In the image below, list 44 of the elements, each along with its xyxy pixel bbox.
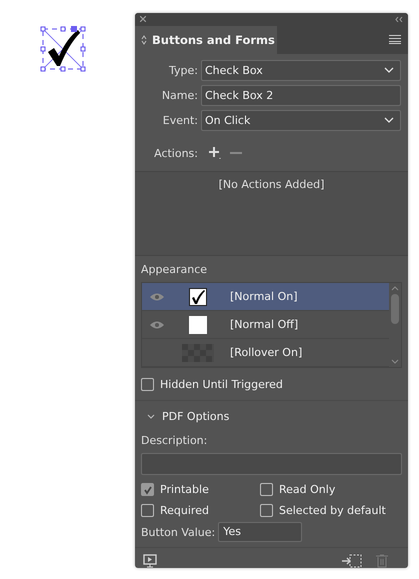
appearance-row[interactable]: [Normal Off] [142, 311, 389, 339]
dropdown[interactable]: Check Box [201, 60, 401, 81]
button-value-field[interactable]: Yes [218, 522, 302, 542]
checkmark-icon [142, 484, 152, 494]
scroll-up-icon[interactable] [391, 286, 399, 291]
checkbox[interactable]: Required [141, 500, 260, 521]
chevron-icon [147, 414, 155, 418]
eye-icon[interactable] [150, 320, 164, 328]
chevron-icon [384, 67, 394, 74]
field-label: Event: [162, 114, 198, 127]
field-label: Description: [141, 434, 208, 447]
empty-list-text: [No Actions Added] [218, 178, 324, 193]
scroll-down-icon[interactable] [391, 359, 399, 364]
appearance-row[interactable]: [Normal On] [142, 283, 389, 311]
dropdown[interactable]: On Click [201, 110, 401, 131]
chevron-icon [384, 117, 394, 124]
field-label: Type: [168, 64, 198, 77]
collapse-icon[interactable] [395, 16, 403, 22]
appearance-row[interactable]: [Rollover On] [142, 339, 389, 367]
convert-object-icon[interactable] [342, 554, 362, 568]
checkbox[interactable]: Selected by default [260, 500, 402, 521]
selected-checkmark-drawing[interactable] [40, 26, 86, 72]
sort-arrows-icon [141, 34, 147, 45]
minus-icon[interactable] [230, 152, 242, 154]
checkbox[interactable]: Hidden Until Triggered [141, 374, 402, 395]
trash-icon[interactable] [376, 554, 388, 568]
checkbox[interactable]: Read Only [260, 479, 402, 500]
field-label: Name: [160, 88, 198, 102]
description-field[interactable] [141, 453, 402, 475]
panel-tab[interactable]: Buttons and Forms [135, 26, 277, 54]
blank-thumbnail [189, 316, 207, 334]
check-thumbnail [189, 288, 207, 306]
field-label: Actions: [153, 146, 198, 160]
panel-title: Buttons and Forms [152, 32, 275, 47]
section-header[interactable]: PDF Options [141, 405, 402, 427]
eye-icon[interactable] [150, 292, 164, 300]
section-label: Appearance [141, 263, 208, 276]
name-field[interactable]: Check Box 2 [201, 84, 401, 106]
field-label: Button Value: [141, 526, 216, 538]
preview-icon[interactable] [143, 554, 157, 568]
close-icon[interactable] [140, 16, 146, 22]
checkbox[interactable]: Printable [141, 479, 260, 500]
menu-icon[interactable] [389, 35, 401, 44]
scroll-thumb[interactable] [391, 294, 399, 324]
